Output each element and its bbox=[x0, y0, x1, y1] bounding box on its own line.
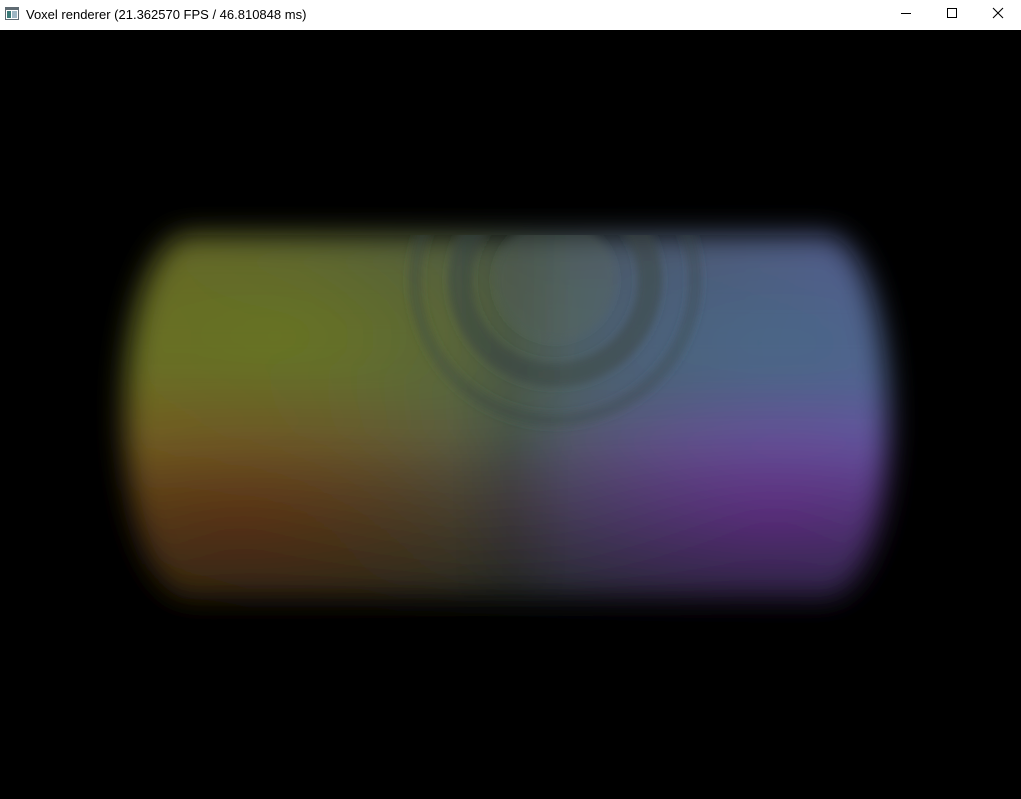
voxel-artifacts bbox=[125, 235, 889, 598]
window-title: Voxel renderer (21.362570 FPS / 46.81084… bbox=[26, 7, 307, 22]
maximize-icon bbox=[946, 6, 958, 24]
voxel-render-canvas bbox=[125, 235, 889, 598]
render-viewport[interactable] bbox=[0, 30, 1021, 799]
maximize-button[interactable] bbox=[929, 0, 975, 30]
title-bar[interactable]: Voxel renderer (21.362570 FPS / 46.81084… bbox=[0, 0, 1021, 30]
close-icon bbox=[992, 6, 1004, 24]
close-button[interactable] bbox=[975, 0, 1021, 30]
app-window-icon bbox=[5, 7, 19, 20]
app-window: Voxel renderer (21.362570 FPS / 46.81084… bbox=[0, 0, 1021, 799]
minimize-icon bbox=[900, 6, 912, 24]
minimize-button[interactable] bbox=[883, 0, 929, 30]
